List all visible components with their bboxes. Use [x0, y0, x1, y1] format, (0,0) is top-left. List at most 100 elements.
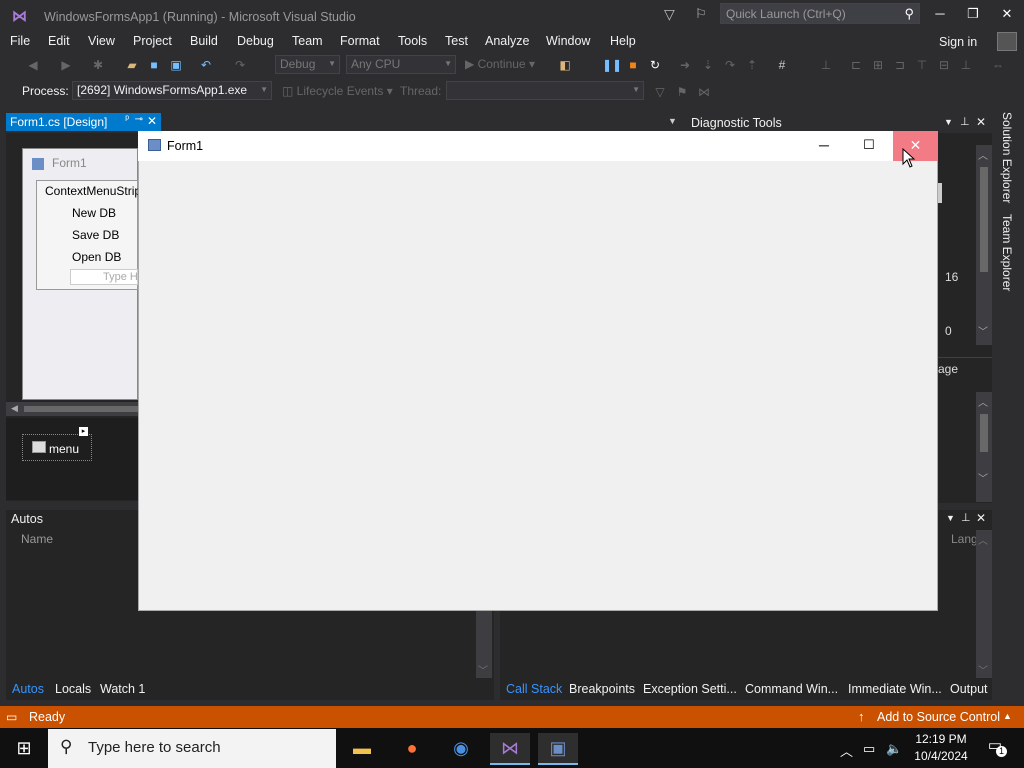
vs-restore-button[interactable]: ❐ — [958, 4, 988, 24]
notification-center-icon[interactable]: ▭ 1 — [980, 736, 1010, 760]
pin-icon[interactable]: ⊸ — [135, 114, 143, 125]
taskbar-search-box[interactable]: ⚲ Type here to search — [48, 729, 336, 768]
flag-threads-icon[interactable]: ▽ — [652, 84, 668, 100]
tab-command-window[interactable]: Command Win... — [745, 682, 838, 696]
form1-taskbar-icon[interactable]: ▣ — [538, 733, 578, 765]
add-to-source-control-button[interactable]: Add to Source Control — [877, 710, 1000, 724]
tab-solution-explorer[interactable]: Solution Explorer — [1000, 112, 1014, 203]
feedback-icon[interactable]: ⚐ — [695, 6, 707, 22]
platform-dropdown[interactable]: Any CPU ▼ — [346, 55, 456, 74]
align-icon[interactable]: ⊥ — [818, 57, 834, 73]
restart-icon[interactable]: ↻ — [647, 57, 663, 73]
step-into-icon[interactable]: ⇣ — [700, 57, 716, 73]
menu-tools[interactable]: Tools — [398, 34, 427, 48]
quick-launch-input[interactable]: Quick Launch (Ctrl+Q) ⚲ — [720, 3, 920, 24]
save-all-icon[interactable]: ▣ — [168, 57, 184, 73]
form1-window[interactable] — [138, 131, 938, 611]
scroll-down-icon[interactable]: ﹀ — [978, 470, 988, 485]
tab-call-stack[interactable]: Call Stack — [506, 682, 562, 696]
menu-project[interactable]: Project — [133, 34, 172, 48]
thread-filter-icon[interactable]: ⋈ — [696, 84, 712, 100]
align-rights-icon[interactable]: ⊐ — [892, 57, 908, 73]
context-item-save-db[interactable]: Save DB — [72, 228, 119, 242]
tab-locals[interactable]: Locals — [55, 682, 91, 696]
scroll-up-icon[interactable]: ︿ — [978, 147, 988, 162]
menu-analyze[interactable]: Analyze — [485, 34, 529, 48]
close-icon[interactable]: ✕ — [976, 115, 986, 129]
tab-team-explorer[interactable]: Team Explorer — [1000, 214, 1014, 291]
windows-start-icon[interactable]: ⊞ — [0, 728, 48, 768]
form1-minimize-button[interactable]: ─ — [804, 131, 844, 161]
tab-watch-1[interactable]: Watch 1 — [100, 682, 145, 696]
scroll-down-icon[interactable]: ﹀ — [478, 662, 488, 677]
align-lefts-icon[interactable]: ⊏ — [848, 57, 864, 73]
scroll-thumb[interactable] — [980, 167, 988, 272]
chrome-icon[interactable]: ◉ — [441, 733, 481, 765]
designer-horizontal-scrollbar[interactable]: ◀ — [6, 402, 138, 416]
undo-icon[interactable]: ↶ — [198, 57, 214, 73]
context-item-open-db[interactable]: Open DB — [72, 250, 121, 264]
vs-minimize-button[interactable]: ─ — [925, 4, 955, 24]
network-icon[interactable]: ▭ — [863, 741, 875, 757]
dropdown-icon[interactable]: ᵖ — [125, 114, 129, 125]
scroll-up-icon[interactable]: ︿ — [978, 532, 988, 547]
type-here-input[interactable]: Type Here — [70, 269, 138, 285]
menu-test[interactable]: Test — [445, 34, 468, 48]
tab-breakpoints[interactable]: Breakpoints — [569, 682, 635, 696]
thread-dropdown[interactable]: ▼ — [446, 81, 644, 100]
configuration-dropdown[interactable]: Debug ▼ — [275, 55, 340, 74]
scroll-left-icon[interactable]: ◀ — [11, 403, 18, 414]
align-centers-icon[interactable]: ⊞ — [870, 57, 886, 73]
form1-maximize-button[interactable]: ☐ — [849, 131, 889, 161]
tab-exception-settings[interactable]: Exception Setti... — [643, 682, 737, 696]
smart-tag-icon[interactable]: ▸ — [79, 427, 88, 436]
lifecycle-events-dropdown[interactable]: ◫ Lifecycle Events ▾ — [282, 84, 393, 98]
sign-in-link[interactable]: Sign in — [939, 35, 977, 49]
pause-icon[interactable]: ❚❚ — [602, 57, 622, 73]
attach-icon[interactable]: ◧ — [557, 57, 573, 73]
step-out-icon[interactable]: ⇡ — [744, 57, 760, 73]
process-dropdown[interactable]: [2692] WindowsFormsApp1.exe ▼ — [72, 81, 272, 100]
volume-muted-icon[interactable]: 🔈 — [886, 741, 902, 757]
scroll-down-icon[interactable]: ﹀ — [978, 323, 988, 338]
autos-column-name[interactable]: Name — [21, 532, 53, 546]
new-project-icon[interactable]: ✱ — [90, 57, 106, 73]
menu-edit[interactable]: Edit — [48, 34, 70, 48]
chevron-down-icon[interactable]: ▼ — [946, 513, 955, 523]
tab-overflow-chevron-down-icon[interactable]: ▼ — [668, 116, 677, 126]
menu-build[interactable]: Build — [190, 34, 218, 48]
align-tops-icon[interactable]: ⊤ — [914, 57, 930, 73]
redo-icon[interactable]: ↷ — [232, 57, 248, 73]
visual-studio-taskbar-icon[interactable]: ⋈ — [490, 733, 530, 765]
menu-format[interactable]: Format — [340, 34, 380, 48]
pin-icon[interactable]: ⊥ — [960, 115, 970, 128]
menu-file[interactable]: File — [10, 34, 30, 48]
tab-output[interactable]: Output — [950, 682, 988, 696]
align-bottoms-icon[interactable]: ⊥ — [958, 57, 974, 73]
scroll-down-icon[interactable]: ﹀ — [978, 662, 988, 677]
tab-form1-design[interactable]: Form1.cs [Design] ᵖ ⊸ ✕ — [6, 113, 161, 131]
tray-overflow-chevron-up-icon[interactable]: ︿ — [840, 741, 853, 760]
pin-icon[interactable]: ⊥ — [961, 511, 971, 524]
hex-display-icon[interactable]: # — [774, 57, 790, 73]
menu-team[interactable]: Team — [292, 34, 323, 48]
context-item-new-db[interactable]: New DB — [72, 206, 116, 220]
menu-help[interactable]: Help — [610, 34, 636, 48]
filter-icon[interactable]: ▽ — [664, 6, 675, 23]
account-icon[interactable] — [997, 32, 1017, 51]
scroll-thumb[interactable] — [980, 414, 988, 452]
open-file-icon[interactable]: ▰ — [124, 57, 140, 73]
forward-icon[interactable]: ▶ — [58, 57, 74, 73]
events-vertical-scrollbar[interactable]: ︿ ﹀ — [976, 392, 992, 502]
close-icon[interactable]: ✕ — [147, 114, 157, 128]
tab-autos[interactable]: Autos — [12, 682, 44, 696]
call-stack-column-lang[interactable]: Lang — [951, 532, 978, 546]
taskbar-clock[interactable]: 12:19 PM 10/4/2024 — [910, 731, 972, 765]
menu-debug[interactable]: Debug — [237, 34, 274, 48]
call-stack-vertical-scrollbar[interactable]: ︿ ﹀ — [976, 530, 992, 678]
menu-view[interactable]: View — [88, 34, 115, 48]
firefox-icon[interactable]: ● — [392, 733, 432, 765]
vs-close-button[interactable]: ✕ — [992, 4, 1022, 24]
step-over-icon[interactable]: ↷ — [722, 57, 738, 73]
show-next-statement-icon[interactable]: ➜ — [677, 57, 693, 73]
